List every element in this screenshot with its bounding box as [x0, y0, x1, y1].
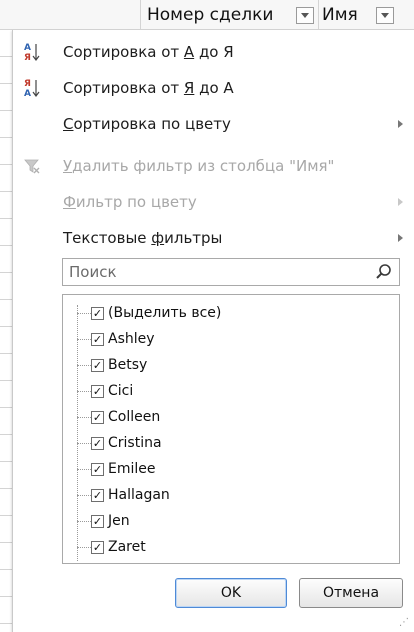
svg-text:A: A — [24, 43, 31, 53]
column-divider — [318, 0, 319, 30]
menu-item-label: Фильтр по цвету — [63, 193, 197, 211]
list-item[interactable]: ✓ Hallagan — [77, 483, 170, 507]
column-divider — [140, 0, 141, 30]
svg-text:A: A — [24, 89, 31, 99]
svg-text:Я: Я — [24, 79, 31, 89]
list-item[interactable]: ✓ Cici — [77, 379, 133, 403]
checkbox[interactable]: ✓ — [91, 540, 104, 554]
menu-item-label: Текстовые фильтры — [63, 229, 223, 247]
menu-item-sort-desc[interactable]: Я A Сортировка от Я до А — [13, 70, 403, 106]
cancel-button[interactable]: Отмена — [299, 578, 403, 608]
sort-z-to-a-icon: Я A — [13, 77, 51, 99]
column-header-name[interactable]: Имя — [322, 0, 358, 30]
search-placeholder: Поиск — [69, 263, 117, 281]
checkbox[interactable]: ✓ — [91, 384, 104, 398]
submenu-arrow-icon — [398, 234, 403, 242]
resize-grip-icon[interactable]: ⋰ — [399, 617, 410, 628]
filter-dropdown-button-active[interactable] — [376, 7, 394, 24]
list-item[interactable]: ✓ Betsy — [77, 353, 147, 377]
submenu-arrow-icon — [398, 198, 403, 206]
list-item[interactable]: ✓ Colleen — [77, 405, 160, 429]
menu-item-clear-filter[interactable]: Удалить фильтр из столбца "Имя" — [13, 148, 403, 184]
search-input[interactable]: Поиск — [62, 258, 400, 286]
list-item[interactable]: ✓ (Выделить все) — [77, 301, 221, 325]
checkbox[interactable]: ✓ — [91, 410, 104, 424]
svg-text:Я: Я — [24, 53, 31, 63]
list-item[interactable]: ✓ Cristina — [77, 431, 162, 455]
menu-item-label: Удалить фильтр из столбца "Имя" — [63, 157, 335, 175]
list-item[interactable]: ✓ Emilee — [77, 457, 156, 481]
chevron-down-icon — [301, 13, 309, 18]
sort-a-to-z-icon: A Я — [13, 41, 51, 63]
list-item[interactable]: ✓ Jen — [77, 509, 130, 533]
clear-filter-icon — [13, 157, 51, 175]
menu-item-filter-by-color[interactable]: Фильтр по цвету — [13, 184, 403, 220]
checkbox[interactable]: ✓ — [91, 358, 104, 372]
menu-item-label: Сортировка от А до Я — [63, 43, 234, 61]
filter-values-list[interactable]: ✓ (Выделить все) ✓ Ashley ✓ Betsy ✓ Cici… — [62, 294, 400, 564]
checkbox[interactable]: ✓ — [91, 436, 104, 450]
menu-item-sort-by-color[interactable]: Сортировка по цвету — [13, 106, 403, 142]
chevron-down-icon — [381, 13, 389, 18]
checkbox[interactable]: ✓ — [91, 514, 104, 528]
menu-item-label: Сортировка по цвету — [63, 115, 231, 133]
menu-item-sort-asc[interactable]: A Я Сортировка от А до Я — [13, 34, 403, 70]
submenu-arrow-icon — [398, 120, 403, 128]
list-item[interactable]: ✓ Ashley — [77, 327, 155, 351]
checkbox[interactable]: ✓ — [91, 306, 104, 320]
menu-item-text-filters[interactable]: Текстовые фильтры — [13, 220, 403, 256]
filter-dropdown-button[interactable] — [296, 7, 314, 24]
checkbox[interactable]: ✓ — [91, 488, 104, 502]
search-icon[interactable] — [375, 263, 393, 285]
menu-item-label: Сортировка от Я до А — [63, 79, 234, 97]
column-header-deal-number[interactable]: Номер сделки — [147, 0, 273, 30]
checkbox[interactable]: ✓ — [91, 462, 104, 476]
sheet-grid-left — [0, 30, 12, 632]
sheet-header-row: Номер сделки Имя — [0, 0, 414, 30]
list-item[interactable]: ✓ Zaret — [77, 535, 146, 559]
checkbox[interactable]: ✓ — [91, 332, 104, 346]
autofilter-menu: A Я Сортировка от А до Я Я A Сортировка … — [12, 30, 414, 632]
ok-button[interactable]: OK — [175, 578, 287, 608]
